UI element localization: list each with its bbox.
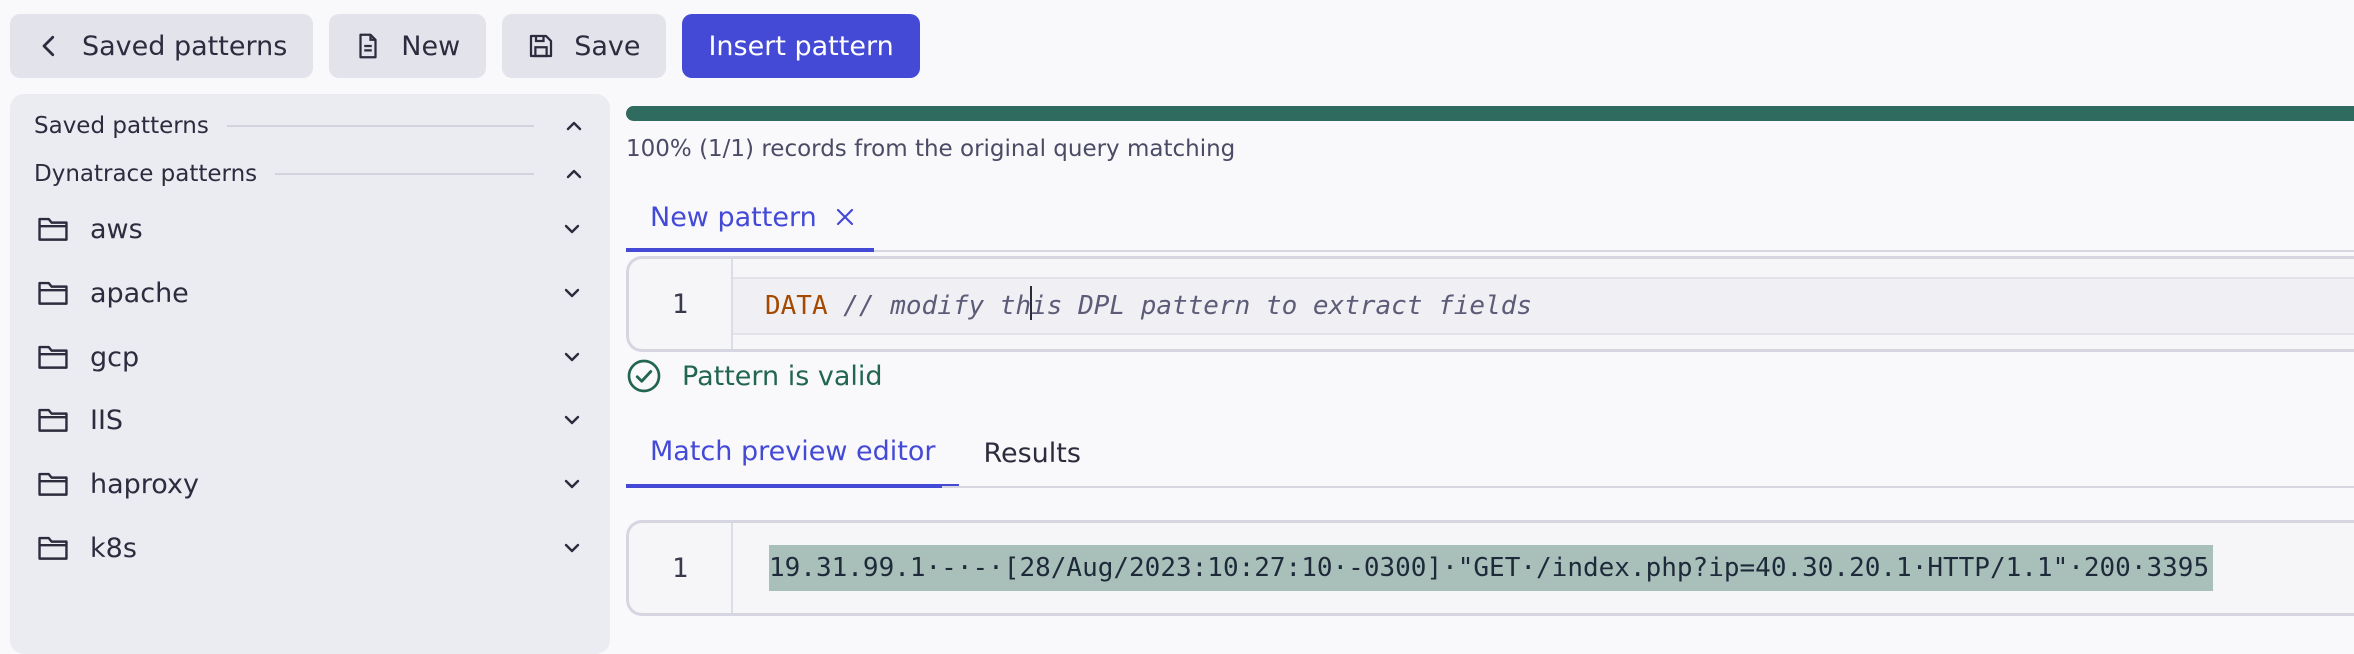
section-divider: [275, 173, 534, 175]
tab-new-pattern[interactable]: New pattern: [626, 186, 874, 252]
chevron-down-icon[interactable]: [560, 536, 584, 560]
saved-patterns-section-header[interactable]: Saved patterns: [34, 106, 594, 146]
chevron-down-icon[interactable]: [560, 408, 584, 432]
dpl-keyword: DATA: [765, 291, 828, 321]
dpl-comment-end: is DPL pattern to extract fields: [1031, 291, 1533, 321]
folder-icon: [38, 472, 68, 496]
folder-icon: [38, 536, 68, 560]
folder-item-k8s[interactable]: k8s: [36, 520, 596, 576]
chevron-up-icon[interactable]: [562, 114, 586, 138]
chevron-left-icon: [42, 35, 55, 57]
folder-icon: [38, 281, 68, 305]
pattern-code-area[interactable]: DATA // modify this DPL pattern to extra…: [733, 259, 2354, 349]
dynatrace-patterns-section-title: Dynatrace patterns: [34, 161, 258, 187]
save-label: Save: [574, 30, 641, 62]
chevron-down-icon[interactable]: [560, 281, 584, 305]
chevron-down-icon[interactable]: [560, 472, 584, 496]
line-number: 1: [629, 259, 733, 349]
records-matching-text: 100% (1/1) records from the original que…: [626, 136, 1236, 162]
section-divider: [226, 125, 534, 127]
preview-tabs-divider: [942, 486, 2354, 488]
folder-icon: [38, 408, 68, 432]
tab-bar-divider: [874, 250, 2354, 252]
pattern-validation-status: Pattern is valid: [626, 358, 883, 394]
insert-pattern-button[interactable]: Insert pattern: [682, 14, 920, 78]
line-number: 1: [629, 523, 733, 613]
chevron-up-icon[interactable]: [562, 162, 586, 186]
dynatrace-patterns-section-header[interactable]: Dynatrace patterns: [34, 154, 594, 194]
saved-patterns-button[interactable]: Saved patterns: [10, 14, 314, 78]
tab-match-preview-editor[interactable]: Match preview editor: [626, 418, 960, 488]
new-label: New: [401, 30, 461, 62]
folder-item-aws[interactable]: aws: [36, 201, 596, 257]
new-button[interactable]: New: [329, 14, 487, 78]
match-progress-bar: [626, 106, 2354, 121]
folder-item-gcp[interactable]: gcp: [36, 329, 596, 385]
tab-new-pattern-label: New pattern: [650, 201, 817, 233]
saved-patterns-section-title: Saved patterns: [34, 113, 209, 139]
folder-item-haproxy[interactable]: haproxy: [36, 456, 596, 512]
folder-icon: [38, 345, 68, 369]
preview-code-area[interactable]: 19.31.99.1·-·-·[28/Aug/2023:10:27:10·-03…: [733, 523, 2354, 613]
folder-label: gcp: [90, 341, 140, 373]
folder-item-iis[interactable]: IIS: [36, 392, 596, 448]
folder-label: haproxy: [90, 468, 199, 500]
pattern-library-sidebar: Saved patterns Dynatrace patterns aws ap…: [10, 94, 610, 654]
matched-log-line: 19.31.99.1·-·-·[28/Aug/2023:10:27:10·-03…: [769, 545, 2214, 591]
pattern-editor[interactable]: 1 DATA // modify this DPL pattern to ext…: [626, 256, 2354, 352]
folder-label: apache: [90, 277, 189, 309]
folder-item-apache[interactable]: apache: [36, 265, 596, 321]
close-icon[interactable]: [833, 205, 857, 229]
document-icon: [359, 33, 377, 59]
match-preview-editor[interactable]: 1 19.31.99.1·-·-·[28/Aug/2023:10:27:10·-…: [626, 520, 2354, 616]
pattern-code-line: DATA // modify this DPL pattern to extra…: [765, 281, 1532, 331]
tab-results[interactable]: Results: [959, 418, 1105, 488]
toolbar: Saved patterns New Save Insert pattern: [10, 14, 920, 78]
folder-icon: [38, 217, 68, 241]
insert-pattern-label: Insert pattern: [708, 30, 894, 62]
preview-tabs: Match preview editor Results: [626, 418, 1105, 488]
chevron-down-icon[interactable]: [560, 217, 584, 241]
folder-label: k8s: [90, 532, 137, 564]
check-circle-icon: [627, 359, 661, 393]
dpl-comment-start: // modify th: [827, 291, 1032, 321]
chevron-down-icon[interactable]: [560, 345, 584, 369]
floppy-disk-icon: [530, 34, 553, 58]
save-button[interactable]: Save: [502, 14, 667, 78]
saved-patterns-label: Saved patterns: [82, 30, 288, 62]
folder-label: aws: [90, 213, 143, 245]
validation-message: Pattern is valid: [682, 360, 883, 392]
folder-label: IIS: [90, 404, 124, 436]
